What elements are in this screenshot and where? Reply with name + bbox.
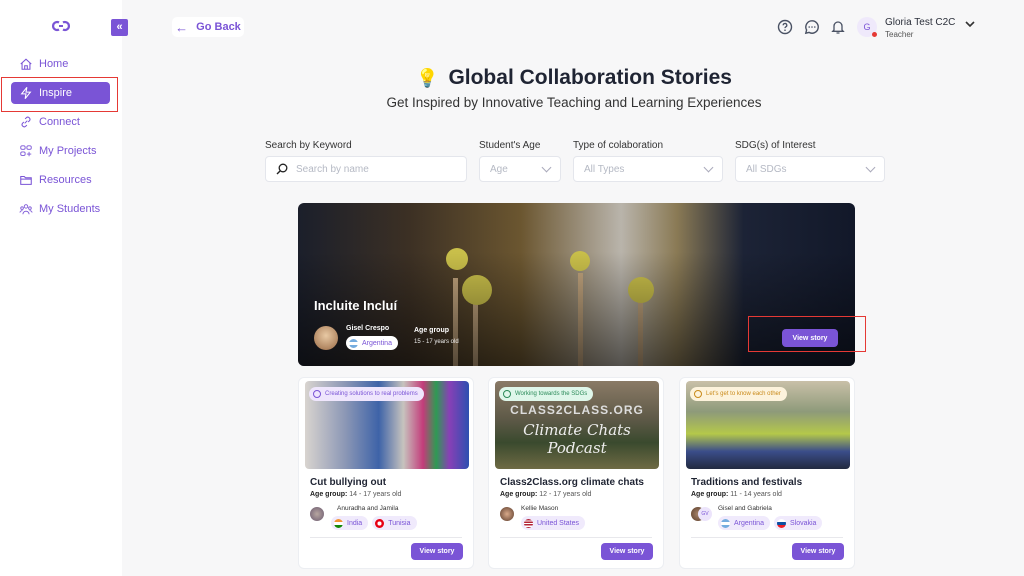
- story-image: Let's get to know each other: [686, 381, 850, 469]
- country-pill: Slovakia: [773, 516, 823, 530]
- arrow-left-icon: ←: [175, 19, 189, 35]
- slovakia-flag-icon: [776, 518, 786, 528]
- sidebar-item-my-students[interactable]: My Students: [11, 198, 110, 220]
- sidebar-item-resources[interactable]: Resources: [11, 169, 110, 191]
- author-avatar: [500, 507, 514, 521]
- sidebar-item-connect[interactable]: Connect: [11, 111, 110, 133]
- users-icon: [694, 390, 702, 398]
- age-group-value: 15 - 17 years old: [414, 339, 459, 345]
- image-text: Climate Chats Podcast: [523, 421, 631, 457]
- grid-plus-icon: [20, 145, 32, 157]
- view-story-button[interactable]: View story: [411, 543, 463, 560]
- go-back-button[interactable]: ← Go Back: [172, 17, 244, 37]
- divider: [310, 537, 462, 538]
- category-badge: Creating solutions to real problems: [309, 387, 424, 401]
- story-title: Traditions and festivals: [691, 477, 803, 488]
- image-text: CLASS2CLASS.ORG: [510, 403, 644, 417]
- story-card[interactable]: Creating solutions to real problems Cut …: [298, 377, 474, 569]
- age-group-label: Age group: [414, 327, 449, 334]
- story-image: Working towards the SDGs CLASS2CLASS.ORG…: [495, 381, 659, 469]
- author-names: Kellie Mason: [521, 505, 559, 512]
- sidebar-item-label: Connect: [39, 116, 80, 128]
- search-input[interactable]: Search by name: [265, 156, 467, 182]
- story-title: Class2Class.org climate chats: [500, 477, 644, 488]
- featured-title: Incluite Incluí: [314, 298, 398, 313]
- user-avatar[interactable]: G: [857, 17, 877, 37]
- category-badge: Working towards the SDGs: [499, 387, 594, 401]
- type-select[interactable]: All Types: [573, 156, 723, 182]
- author-avatar-initials: GV: [698, 507, 712, 521]
- logo-icon: [51, 20, 71, 32]
- folder-icon: [20, 175, 32, 185]
- go-back-label: Go Back: [196, 21, 241, 33]
- country-pill: Argentina: [718, 516, 770, 530]
- user-menu-chevron-icon[interactable]: [965, 20, 975, 31]
- lightbulb-icon: [313, 390, 321, 398]
- chevrons-left-icon: «: [116, 21, 123, 33]
- tunisia-flag-icon: [375, 518, 385, 528]
- highlight-box: [748, 316, 866, 352]
- india-flag-icon: [334, 518, 343, 528]
- story-age: Age group: 14 - 17 years old: [310, 491, 402, 498]
- user-role: Teacher: [885, 30, 914, 39]
- page-subtitle: Get Inspired by Innovative Teaching and …: [386, 95, 762, 110]
- usa-flag-icon: [524, 518, 533, 528]
- country-pill: Argentina: [346, 336, 398, 350]
- country-pill: Tunisia: [372, 516, 417, 530]
- argentina-flag-icon: [721, 518, 730, 528]
- story-card[interactable]: Let's get to know each other Traditions …: [679, 377, 855, 569]
- view-story-button[interactable]: View story: [601, 543, 653, 560]
- divider: [500, 537, 652, 538]
- author-avatar: [310, 507, 324, 521]
- help-icon[interactable]: [777, 19, 793, 35]
- category-badge: Let's get to know each other: [690, 387, 787, 401]
- sdg-select[interactable]: All SDGs: [735, 156, 885, 182]
- author-names: Gisel and Gabriela: [718, 505, 772, 512]
- chevron-down-icon: [865, 162, 876, 173]
- avatar-initial: G: [863, 22, 871, 32]
- sidebar-item-label: Resources: [39, 174, 92, 186]
- sidebar-item-label: My Projects: [39, 145, 97, 157]
- story-age: Age group: 12 - 17 years old: [500, 491, 592, 498]
- view-story-button[interactable]: View story: [792, 543, 844, 560]
- story-image: Creating solutions to real problems: [305, 381, 469, 469]
- divider: [691, 537, 843, 538]
- chevron-down-icon: [541, 162, 552, 173]
- chevron-down-icon: [703, 162, 714, 173]
- story-title: Cut bullying out: [310, 477, 387, 488]
- story-card[interactable]: Working towards the SDGs CLASS2CLASS.ORG…: [488, 377, 664, 569]
- country-pill: India: [331, 516, 369, 530]
- country-pill: United States: [521, 516, 586, 530]
- user-name: Gloria Test C2C: [885, 17, 956, 28]
- chat-icon[interactable]: [804, 19, 820, 35]
- keyword-label: Search by Keyword: [265, 140, 352, 151]
- bell-icon[interactable]: [830, 19, 846, 35]
- sidebar-item-my-projects[interactable]: My Projects: [11, 140, 110, 162]
- users-icon: [19, 204, 33, 215]
- author-avatar: [314, 326, 338, 350]
- search-icon: [276, 163, 288, 175]
- story-age: Age group: 11 - 14 years old: [691, 491, 782, 498]
- age-label: Student's Age: [479, 140, 541, 151]
- argentina-flag-icon: [349, 338, 358, 348]
- page-title: 💡 Global Collaboration Stories: [416, 66, 732, 89]
- sdg-label: SDG(s) of Interest: [735, 140, 816, 151]
- age-select[interactable]: Age: [479, 156, 561, 182]
- status-dot: [872, 32, 877, 37]
- author-name: Gisel Crespo: [346, 325, 390, 332]
- sidebar-item-label: My Students: [39, 203, 101, 215]
- globe-icon: [503, 390, 511, 398]
- type-label: Type of colaboration: [573, 140, 664, 151]
- collapse-sidebar-button[interactable]: «: [111, 19, 128, 36]
- lightbulb-icon: 💡: [416, 68, 439, 88]
- author-names: Anuradha and Jamila: [337, 505, 399, 512]
- link-icon: [21, 116, 31, 128]
